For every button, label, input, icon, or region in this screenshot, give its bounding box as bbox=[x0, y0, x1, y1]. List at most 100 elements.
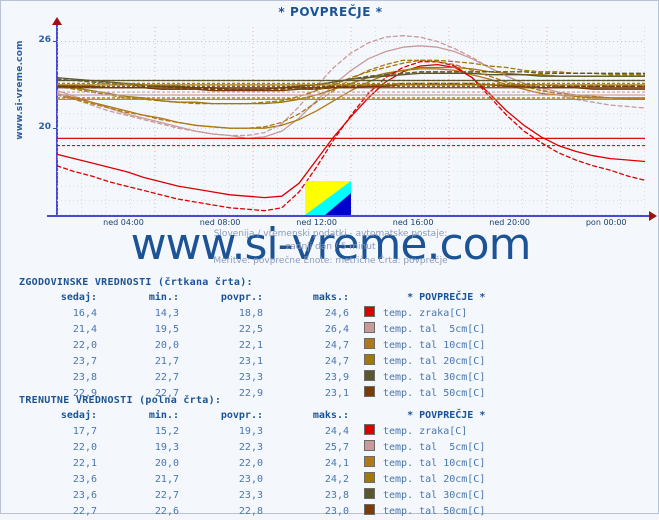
legend-color-swatch bbox=[359, 370, 379, 386]
historical-table-body: 16,4 14,3 18,8 24,6 temp. zraka[C] 21,4 19,5 22… bbox=[15, 306, 485, 402]
historical-caption: ZGODOVINSKE VREDNOSTI (črtkana črta): bbox=[19, 277, 253, 288]
cell-min: 20,0 bbox=[154, 340, 179, 351]
cell-now: 23,7 bbox=[72, 356, 97, 367]
legend-series-label: temp. tal 10cm[C] bbox=[383, 458, 486, 469]
header-now: sedaj: bbox=[60, 410, 97, 421]
current-table-body: 17,7 15,2 19,3 24,4 temp. zraka[C] 22,0 19,3 22… bbox=[15, 424, 485, 520]
legend-series-label: temp. tal 50cm[C] bbox=[383, 506, 486, 517]
legend-series-label: temp. zraka[C] bbox=[383, 426, 468, 437]
cell-max: 24,4 bbox=[324, 426, 349, 437]
cell-now: 23,6 bbox=[72, 474, 97, 485]
table-row: 21,4 19,5 22,5 26,4 temp. tal 5cm[C] bbox=[15, 322, 485, 338]
cell-now: 21,4 bbox=[72, 324, 97, 335]
historical-values-table: sedaj: min.: povpr.: maks.: * POVPREČJE … bbox=[15, 290, 485, 402]
page-title: * POVPREČJE * bbox=[278, 5, 383, 19]
cell-min: 22,7 bbox=[154, 372, 179, 383]
legend-color-swatch bbox=[359, 306, 379, 322]
cell-min: 22,7 bbox=[154, 490, 179, 501]
legend-series-label: temp. tal 10cm[C] bbox=[383, 340, 486, 351]
subtitle-line-3: Meritve: povprečne Enote: metrične Črta:… bbox=[213, 256, 448, 266]
cell-min: 19,3 bbox=[154, 442, 179, 453]
cell-avg: 22,1 bbox=[238, 340, 263, 351]
cell-min: 14,3 bbox=[154, 308, 179, 319]
header-min: min.: bbox=[148, 292, 179, 303]
cell-now: 22,0 bbox=[72, 340, 97, 351]
cell-avg: 23,0 bbox=[238, 474, 263, 485]
x-axis-tick-label: ned 20:00 bbox=[489, 218, 530, 227]
cell-min: 15,2 bbox=[154, 426, 179, 437]
header-series: * POVPREČJE * bbox=[407, 292, 486, 303]
legend-color-swatch bbox=[359, 488, 379, 504]
legend-color-swatch bbox=[359, 472, 379, 488]
table-row: 16,4 14,3 18,8 24,6 temp. zraka[C] bbox=[15, 306, 485, 322]
legend-color-swatch bbox=[359, 504, 379, 520]
cell-max: 24,2 bbox=[324, 474, 349, 485]
cell-now: 16,4 bbox=[72, 308, 97, 319]
weather-chart-page: * POVPREČJE * www.si-vreme.com 20 26 ned … bbox=[0, 0, 659, 517]
header-max: maks.: bbox=[312, 292, 349, 303]
si-vreme-logo bbox=[305, 181, 351, 215]
cell-now: 17,7 bbox=[72, 426, 97, 437]
table-row: 17,7 15,2 19,3 24,4 temp. zraka[C] bbox=[15, 424, 485, 440]
cell-min: 21,7 bbox=[154, 474, 179, 485]
cell-max: 24,7 bbox=[324, 356, 349, 367]
cell-min: 21,7 bbox=[154, 356, 179, 367]
table-header-row: sedaj: min.: povpr.: maks.: * POVPREČJE … bbox=[15, 290, 485, 306]
cell-max: 23,8 bbox=[324, 490, 349, 501]
legend-series-label: temp. tal 5cm[C] bbox=[383, 442, 486, 453]
table-header-row: sedaj: min.: povpr.: maks.: * POVPREČJE … bbox=[15, 408, 485, 424]
header-avg: povpr.: bbox=[220, 292, 263, 303]
header-series: * POVPREČJE * bbox=[407, 410, 486, 421]
historical-values-section: ZGODOVINSKE VREDNOSTI (črtkana črta): se… bbox=[15, 277, 485, 402]
cell-max: 23,0 bbox=[324, 506, 349, 517]
legend-color-swatch bbox=[359, 354, 379, 370]
y-axis-arrow-icon bbox=[52, 17, 62, 25]
cell-now: 22,0 bbox=[72, 442, 97, 453]
x-axis-tick-label: pon 00:00 bbox=[585, 218, 627, 227]
table-row: 23,7 21,7 23,1 24,7 temp. tal 20cm[C] bbox=[15, 354, 485, 370]
cell-avg: 19,3 bbox=[238, 426, 263, 437]
legend-series-label: temp. tal 30cm[C] bbox=[383, 490, 486, 501]
cell-max: 24,6 bbox=[324, 308, 349, 319]
cell-max: 24,7 bbox=[324, 340, 349, 351]
cell-avg: 23,1 bbox=[238, 356, 263, 367]
x-axis-tick-label: ned 16:00 bbox=[392, 218, 434, 227]
subtitle-line-2: zadnji dan / 5 minut bbox=[285, 242, 376, 252]
legend-color-swatch bbox=[359, 322, 379, 338]
x-axis-line bbox=[47, 215, 651, 217]
header-min: min.: bbox=[148, 410, 179, 421]
cell-max: 26,4 bbox=[324, 324, 349, 335]
table-row: 23,8 22,7 23,3 23,9 temp. tal 30cm[C] bbox=[15, 370, 485, 386]
y-axis-tick-label: 26 bbox=[38, 35, 51, 46]
x-axis-tick-label: ned 12:00 bbox=[296, 218, 337, 227]
site-vertical-label: www.si-vreme.com bbox=[15, 40, 25, 140]
legend-color-swatch bbox=[359, 338, 379, 354]
current-caption: TRENUTNE VREDNOSTI (polna črta): bbox=[19, 395, 222, 406]
table-row: 22,7 22,6 22,8 23,0 temp. tal 50cm[C] bbox=[15, 504, 485, 520]
cell-avg: 22,0 bbox=[238, 458, 263, 469]
y-axis-tick-label: 20 bbox=[38, 122, 51, 133]
header-swatch bbox=[359, 290, 379, 306]
cell-avg: 23,3 bbox=[238, 372, 263, 383]
cell-avg: 18,8 bbox=[238, 308, 263, 319]
current-values-section: TRENUTNE VREDNOSTI (polna črta): sedaj: … bbox=[15, 395, 485, 520]
plot-area bbox=[57, 27, 645, 215]
legend-series-label: temp. tal 30cm[C] bbox=[383, 372, 486, 383]
legend-series-label: temp. tal 20cm[C] bbox=[383, 356, 486, 367]
table-row: 22,1 20,0 22,0 24,1 temp. tal 10cm[C] bbox=[15, 456, 485, 472]
table-row: 22,0 19,3 22,3 25,7 temp. tal 5cm[C] bbox=[15, 440, 485, 456]
cell-min: 19,5 bbox=[154, 324, 179, 335]
subtitle-line-1: Slovenija / vremenski podatki - avtomats… bbox=[213, 229, 448, 239]
cell-avg: 22,3 bbox=[238, 442, 263, 453]
legend-color-swatch bbox=[359, 440, 379, 456]
legend-series-label: temp. tal 5cm[C] bbox=[383, 324, 486, 335]
x-axis-tick-label: ned 08:00 bbox=[199, 218, 241, 227]
cell-max: 25,7 bbox=[324, 442, 349, 453]
x-axis-arrow-icon bbox=[649, 211, 657, 221]
cell-now: 22,7 bbox=[72, 506, 97, 517]
chart-svg bbox=[57, 27, 645, 215]
header-now: sedaj: bbox=[60, 292, 97, 303]
table-row: 23,6 21,7 23,0 24,2 temp. tal 20cm[C] bbox=[15, 472, 485, 488]
legend-color-swatch bbox=[359, 456, 379, 472]
cell-avg: 22,8 bbox=[238, 506, 263, 517]
